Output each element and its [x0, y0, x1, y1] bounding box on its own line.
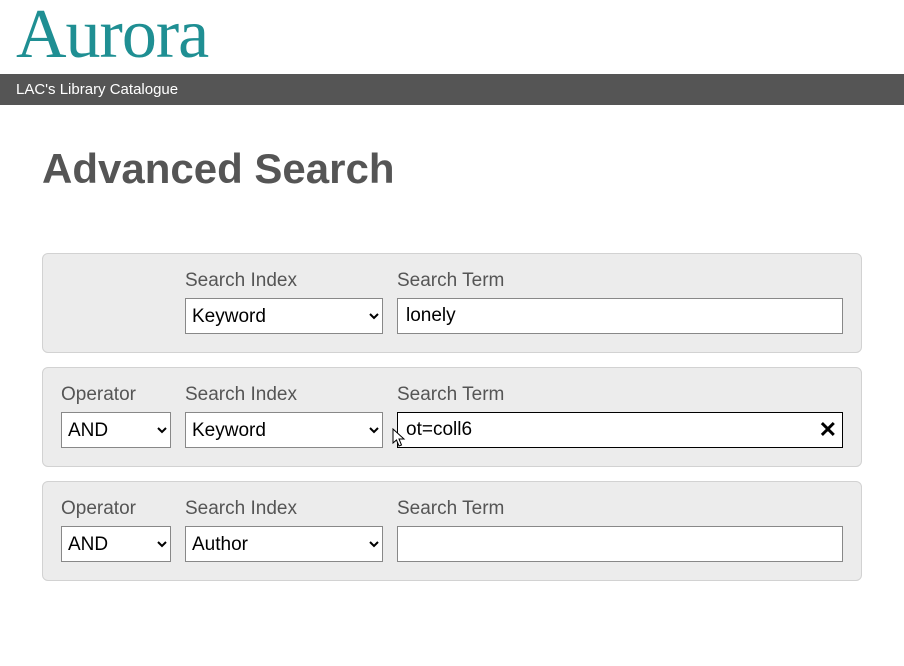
search-index-label: Search Index	[185, 270, 383, 292]
search-index-select[interactable]: Keyword	[185, 412, 383, 448]
search-term-input[interactable]	[397, 412, 843, 448]
search-term-label: Search Term	[397, 498, 843, 520]
search-row: Operator AND Search Index Keyword Search…	[42, 367, 862, 467]
search-row: Search Index Keyword Search Term	[42, 253, 862, 353]
search-index-label: Search Index	[185, 384, 383, 406]
menubar: LAC's Library Catalogue	[0, 74, 904, 105]
search-term-label: Search Term	[397, 270, 843, 292]
clear-icon[interactable]: ✕	[819, 417, 837, 443]
operator-select[interactable]: AND	[61, 412, 171, 448]
search-term-input[interactable]	[397, 298, 843, 334]
operator-select[interactable]: AND	[61, 526, 171, 562]
page-title: Advanced Search	[42, 145, 862, 193]
operator-label: Operator	[61, 498, 171, 520]
search-index-label: Search Index	[185, 498, 383, 520]
search-row: Operator AND Search Index Author Search …	[42, 481, 862, 581]
search-index-select[interactable]: Keyword	[185, 298, 383, 334]
brand-logo: Aurora	[16, 0, 888, 70]
search-term-label: Search Term	[397, 384, 843, 406]
menubar-title: LAC's Library Catalogue	[16, 81, 178, 98]
search-term-input[interactable]	[397, 526, 843, 562]
operator-label: Operator	[61, 384, 171, 406]
search-index-select[interactable]: Author	[185, 526, 383, 562]
